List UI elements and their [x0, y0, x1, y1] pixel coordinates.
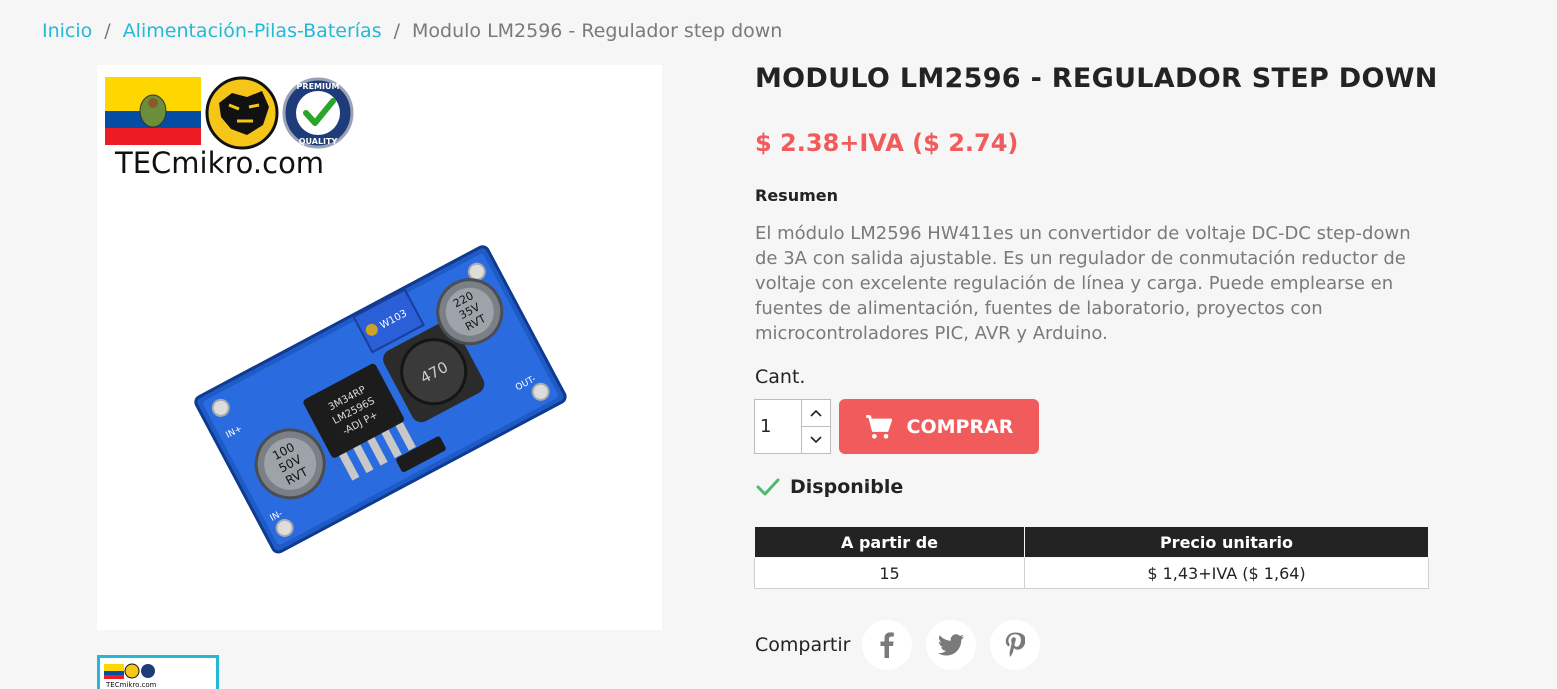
- product-main-image[interactable]: PREMIUM QUALITY TECmikro.com 100 50V RVT…: [97, 65, 662, 630]
- ecuador-flag-icon: [105, 77, 201, 145]
- add-to-cart-button[interactable]: COMPRAR: [839, 399, 1039, 454]
- badge-quality-text: QUALITY: [299, 137, 338, 146]
- check-icon: [756, 478, 780, 496]
- table-cell: $ 1,43+IVA ($ 1,64): [1024, 557, 1429, 589]
- table-header-row: A partir de Precio unitario: [754, 526, 1429, 558]
- availability-status: Disponible: [756, 476, 903, 498]
- breadcrumb-separator: /: [104, 20, 111, 42]
- tiger-logo-icon: [205, 76, 279, 150]
- breadcrumb-link-category[interactable]: Alimentación-Pilas-Baterías: [123, 20, 382, 42]
- shopping-cart-icon: [865, 414, 892, 439]
- quantity-input[interactable]: [755, 400, 801, 453]
- facebook-icon: [880, 632, 895, 658]
- add-to-cart-label: COMPRAR: [906, 415, 1014, 438]
- breadcrumb: Inicio / Alimentación-Pilas-Baterías / M…: [42, 20, 782, 42]
- share-twitter-button[interactable]: [926, 620, 977, 670]
- svg-text:TECmikro.com: TECmikro.com: [105, 681, 157, 689]
- quantity-label: Cant.: [755, 366, 806, 388]
- breadcrumb-separator: /: [393, 20, 400, 42]
- chevron-up-icon: [810, 409, 822, 417]
- availability-label: Disponible: [790, 476, 904, 498]
- twitter-icon: [938, 634, 965, 656]
- breadcrumb-link-home[interactable]: Inicio: [42, 20, 92, 42]
- table-row: 15 $ 1,43+IVA ($ 1,64): [754, 557, 1429, 589]
- brand-watermark-text: TECmikro.com: [114, 146, 324, 180]
- thumbnail-svg: TECmikro.com: [104, 663, 157, 689]
- quantity-stepper: [754, 399, 831, 454]
- social-share: Compartir: [755, 620, 1054, 670]
- quantity-increase-button[interactable]: [802, 400, 830, 426]
- share-label: Compartir: [755, 634, 851, 656]
- table-header-cell: A partir de: [754, 526, 1025, 558]
- breadcrumb-current: Modulo LM2596 - Regulador step down: [412, 20, 783, 42]
- share-pinterest-button[interactable]: [990, 620, 1041, 670]
- quantity-decrease-button[interactable]: [802, 426, 830, 453]
- table-cell: 15: [754, 557, 1025, 589]
- product-title: MODULO LM2596 - REGULADOR STEP DOWN: [755, 63, 1438, 94]
- premium-quality-badge-icon: PREMIUM QUALITY: [282, 77, 354, 149]
- volume-discount-table: A partir de Precio unitario 15 $ 1,43+IV…: [754, 526, 1429, 589]
- product-price: $ 2.38+IVA ($ 2.74): [755, 129, 1019, 157]
- product-image-svg: PREMIUM QUALITY TECmikro.com 100 50V RVT…: [105, 76, 567, 554]
- pinterest-icon: [1006, 632, 1026, 657]
- share-facebook-button[interactable]: [862, 620, 913, 670]
- product-thumbnail[interactable]: TECmikro.com: [97, 655, 219, 689]
- summary-label: Resumen: [755, 186, 838, 205]
- badge-premium-text: PREMIUM: [297, 82, 340, 91]
- product-description: El módulo LM2596 HW411es un convertidor …: [755, 223, 1411, 344]
- table-header-cell: Precio unitario: [1024, 526, 1429, 558]
- lm2596-board-illustration: 100 50V RVT 3M34RP LM2596S -ADJ P+ 470 W…: [194, 245, 567, 554]
- chevron-down-icon: [810, 436, 822, 444]
